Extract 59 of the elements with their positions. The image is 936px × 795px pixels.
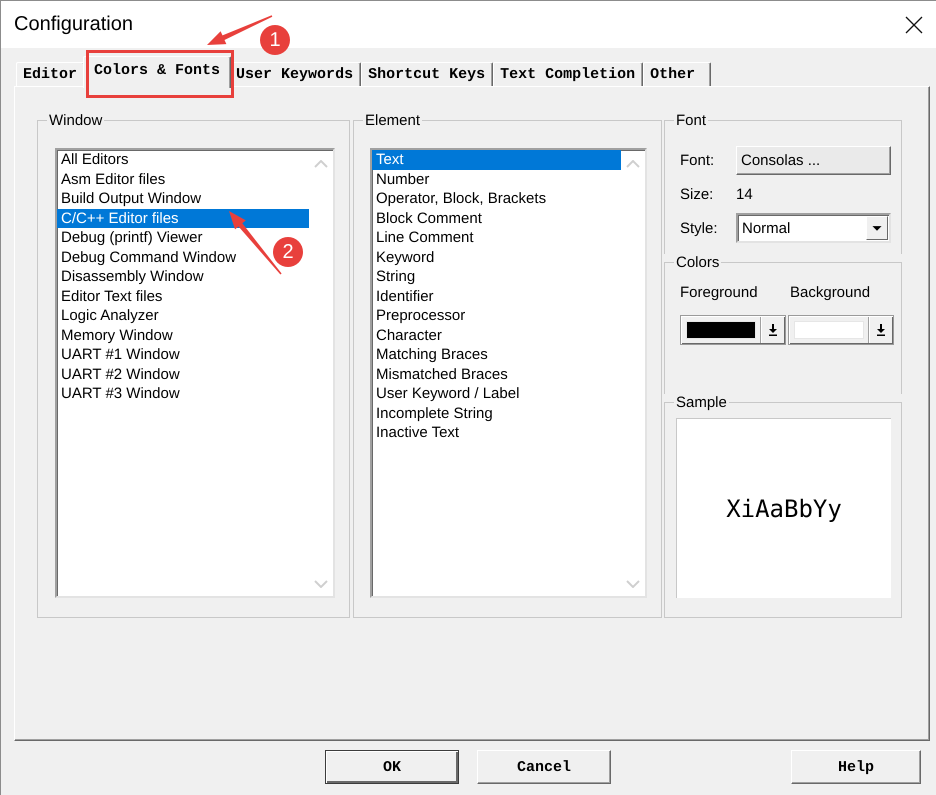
list-item[interactable]: Preprocessor	[372, 306, 466, 326]
list-box[interactable]: Text Number Operator, Block, Brackets Block Comment Line Comment Keyword String Identifier Preprocessor Character Matching Braces Mismatched Braces User Keyword / Label Incomplete String Inactive Text	[370, 148, 647, 598]
dialog-button[interactable]: OK	[325, 750, 459, 784]
list-item[interactable]: Debug Command Window	[57, 248, 236, 267]
group-title: Colors	[675, 254, 720, 271]
list-item[interactable]: UART #1 Window	[57, 345, 180, 364]
sample-text: XiAaBbYy	[726, 494, 842, 522]
list-item[interactable]: Debug (printf) Viewer	[57, 228, 202, 248]
list-item[interactable]: Editor Text files	[57, 286, 162, 306]
list-box[interactable]	[55, 148, 335, 598]
list-item[interactable]: Mismatched Braces	[372, 364, 508, 384]
list-item[interactable]: String	[372, 267, 416, 286]
list-item[interactable]: Number	[372, 170, 430, 189]
list-item[interactable]: Keyword	[372, 248, 434, 267]
list-item[interactable]: Incomplete String	[372, 404, 493, 423]
list-item[interactable]: Logic Analyzer	[57, 306, 159, 326]
list-item[interactable]: Matching Braces	[372, 345, 488, 364]
list-item[interactable]: Operator, Block, Brackets	[372, 189, 546, 208]
caret-down-icon[interactable]	[866, 216, 888, 240]
tab[interactable]: Colors & Fonts	[83, 56, 232, 88]
color-label: Foreground	[680, 284, 758, 301]
list-item[interactable]: C/C++ Editor files	[57, 208, 309, 228]
list-item[interactable]: Build Output Window	[57, 189, 202, 208]
list-item[interactable]: UART #2 Window	[57, 364, 180, 384]
dialog-button[interactable]: Cancel	[477, 750, 611, 784]
down-arrow-icon[interactable]	[768, 324, 778, 336]
dialog-button[interactable]: Help	[791, 750, 921, 784]
list-item[interactable]: Asm Editor files	[57, 170, 166, 189]
size-value: 14	[736, 186, 753, 202]
list-item[interactable]: Line Comment	[372, 228, 474, 248]
down-arrow-icon[interactable]	[876, 324, 886, 336]
list-item[interactable]: Block Comment	[372, 208, 482, 228]
group-title: Sample	[675, 394, 728, 411]
color-label: Background	[790, 284, 870, 301]
list-item[interactable]: Text	[372, 150, 621, 170]
color-picker[interactable]	[680, 315, 786, 345]
group-title: Element	[364, 112, 422, 129]
group-title: Window	[48, 112, 104, 129]
font-button[interactable]: Consolas ...	[736, 146, 891, 175]
list-item[interactable]: User Keyword / Label	[372, 384, 520, 404]
field-label: Size:	[680, 186, 714, 202]
tab[interactable]: Shortcut Keys	[361, 62, 494, 86]
list-item[interactable]: Identifier	[372, 286, 434, 306]
group-title: Font	[675, 112, 708, 129]
tab[interactable]: Editor	[16, 62, 86, 86]
tab[interactable]: Other	[643, 62, 712, 86]
list-item[interactable]: Inactive Text	[372, 423, 460, 442]
window-title: Configuration	[14, 13, 133, 36]
list-item[interactable]: Memory Window	[57, 326, 173, 345]
field-label: Style:	[680, 220, 718, 236]
tab[interactable]: Text Completion	[493, 62, 644, 86]
list-item[interactable]: All Editors	[57, 150, 129, 170]
color-picker[interactable]	[788, 315, 894, 345]
field-label: Font:	[680, 152, 714, 169]
list-item[interactable]: UART #3 Window	[57, 384, 180, 404]
style-dropdown[interactable]: Normal	[736, 213, 891, 243]
list-item[interactable]: Character	[372, 326, 442, 345]
list-item[interactable]: Disassembly Window	[57, 267, 204, 286]
close-icon[interactable]	[905, 16, 923, 34]
